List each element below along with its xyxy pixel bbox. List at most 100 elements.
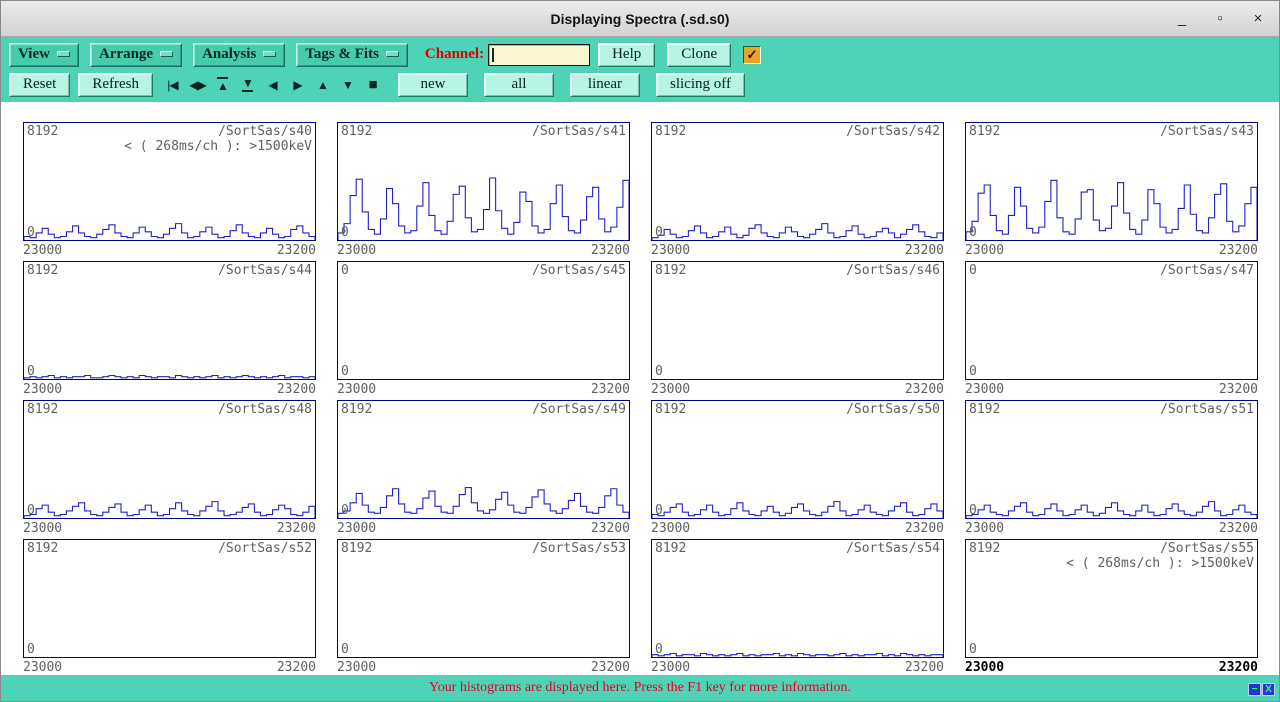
refresh-button[interactable]: Refresh [78,73,153,97]
spectra-grid: 8192 /SortSas/s40 < ( 268ms/ch ): >1500k… [1,102,1279,675]
y-max-label: 8192 [27,263,58,278]
x-right-label: 23200 [1219,660,1258,675]
spectrum-name: /SortSas/s40 [218,124,312,139]
x-left-label: 23000 [965,521,1004,536]
x-right-label: 23200 [1219,243,1258,258]
menu-view[interactable]: View [9,43,79,67]
slicing-off-button[interactable]: slicing off [656,73,745,97]
spectrum-name: /SortSas/s54 [846,541,940,556]
histogram-trace [338,540,629,657]
spectrum-plot[interactable]: 8192 /SortSas/s53 0 [337,539,630,658]
histogram-trace [652,540,943,657]
spectrum-plot[interactable]: 8192 /SortSas/s40 < ( 268ms/ch ): >1500k… [23,122,316,241]
menu-arrange[interactable]: Arrange [90,43,182,67]
y-min-label: 0 [969,642,977,657]
x-right-label: 23200 [591,521,630,536]
y-max-label: 0 [969,263,977,278]
y-min-label: 0 [27,642,35,657]
y-min-label: 0 [655,364,663,379]
new-button[interactable]: new [398,73,468,97]
spectrum-plot[interactable]: 8192 /SortSas/s41 0 [337,122,630,241]
all-button[interactable]: all [484,73,554,97]
menu-analysis[interactable]: Analysis [193,43,285,67]
channel-input[interactable] [488,44,590,66]
x-right-label: 23200 [591,660,630,675]
spectrum-plot[interactable]: 8192 /SortSas/s46 0 [651,261,944,380]
spectrum-cell: 8192 /SortSas/s44 0 23000 23200 [23,261,316,400]
plot-annotation: < ( 268ms/ch ): >1500keV [124,139,312,154]
spectrum-cell: 8192 /SortSas/s40 < ( 268ms/ch ): >1500k… [23,122,316,261]
spectrum-plot[interactable]: 8192 /SortSas/s48 0 [23,400,316,519]
app-window: Displaying Spectra (.sd.s0) _ ▫ × View A… [0,0,1280,702]
spectrum-cell: 8192 /SortSas/s41 0 23000 23200 [337,122,630,261]
menu-view-label: View [18,46,50,63]
toolbar-row-2: Reset Refresh |◀ ◀▶ ▲ ▼ ◀ ▶ ▲ ▼ ■ new al… [1,70,1279,99]
spectrum-name: /SortSas/s55 [1160,541,1254,556]
y-max-label: 8192 [341,541,372,556]
x-left-label: 23000 [337,660,376,675]
spectrum-plot[interactable]: 8192 /SortSas/s54 0 [651,539,944,658]
x-right-label: 23200 [1219,521,1258,536]
spectrum-plot[interactable]: 8192 /SortSas/s51 0 [965,400,1258,519]
spectrum-name: /SortSas/s52 [218,541,312,556]
maximize-icon[interactable]: ▫ [1213,10,1227,27]
spectrum-plot[interactable]: 8192 /SortSas/s52 0 [23,539,316,658]
help-button[interactable]: Help [598,43,655,67]
x-left-label: 23000 [337,243,376,258]
menu-indicator-icon [160,51,173,57]
x-right-label: 23200 [905,660,944,675]
spectra-area: 8192 /SortSas/s40 < ( 268ms/ch ): >1500k… [1,102,1279,675]
menu-tags-fits[interactable]: Tags & Fits [296,43,408,67]
spectrum-plot[interactable]: 8192 /SortSas/s55 < ( 268ms/ch ): >1500k… [965,539,1258,658]
histogram-trace [652,262,943,379]
histogram-trace [338,262,629,379]
histogram-trace [652,123,943,240]
spectrum-plot[interactable]: 8192 /SortSas/s44 0 [23,261,316,380]
clone-button[interactable]: Clone [667,43,731,67]
go-top-icon[interactable]: ▲ [211,73,234,96]
x-right-label: 23200 [905,382,944,397]
histogram-trace [338,401,629,518]
spectrum-plot[interactable]: 8192 /SortSas/s43 0 [965,122,1258,241]
up-arrow-icon[interactable]: ▲ [311,73,334,96]
toolbar-checkbox[interactable]: ✓ [743,46,761,64]
x-axis-labels: 23000 23200 [337,241,630,258]
down-arrow-icon[interactable]: ▼ [336,73,359,96]
spectrum-cell: 8192 /SortSas/s55 < ( 268ms/ch ): >1500k… [965,539,1258,675]
minimize-icon[interactable]: _ [1175,10,1189,27]
spectrum-plot[interactable]: 8192 /SortSas/s42 0 [651,122,944,241]
spectrum-cell: 8192 /SortSas/s53 0 23000 23200 [337,539,630,675]
mini-minimize-icon[interactable]: − [1248,683,1261,696]
mini-window-controls: − X [1248,683,1275,696]
window-title: Displaying Spectra (.sd.s0) [551,11,730,27]
x-left-label: 23000 [965,243,1004,258]
text-caret [492,48,494,62]
full-view-icon[interactable]: ■ [361,73,384,96]
spectrum-plot[interactable]: 8192 /SortSas/s50 0 [651,400,944,519]
mini-close-icon[interactable]: X [1262,683,1275,696]
channel-input-wrap [488,44,590,66]
linear-button[interactable]: linear [570,73,640,97]
spectrum-cell: 8192 /SortSas/s54 0 23000 23200 [651,539,944,675]
y-min-label: 0 [27,503,35,518]
histogram-trace [966,262,1257,379]
y-max-label: 8192 [655,402,686,417]
close-icon[interactable]: × [1251,10,1265,27]
y-min-label: 0 [341,364,349,379]
spectrum-name: /SortSas/s48 [218,402,312,417]
expand-horizontal-icon[interactable]: ◀▶ [186,73,209,96]
spectrum-plot[interactable]: 0 /SortSas/s47 0 [965,261,1258,380]
go-bottom-icon[interactable]: ▼ [236,73,259,96]
left-arrow-icon[interactable]: ◀ [261,73,284,96]
spectrum-plot[interactable]: 8192 /SortSas/s49 0 [337,400,630,519]
go-first-icon[interactable]: |◀ [161,73,184,96]
menu-indicator-icon [386,51,399,57]
x-axis-labels: 23000 23200 [337,658,630,675]
reset-button[interactable]: Reset [9,73,70,97]
spectrum-plot[interactable]: 0 /SortSas/s45 0 [337,261,630,380]
right-arrow-icon[interactable]: ▶ [286,73,309,96]
menu-indicator-icon [57,51,70,57]
histogram-trace [652,401,943,518]
menu-analysis-label: Analysis [202,46,256,63]
x-axis-labels: 23000 23200 [337,380,630,397]
